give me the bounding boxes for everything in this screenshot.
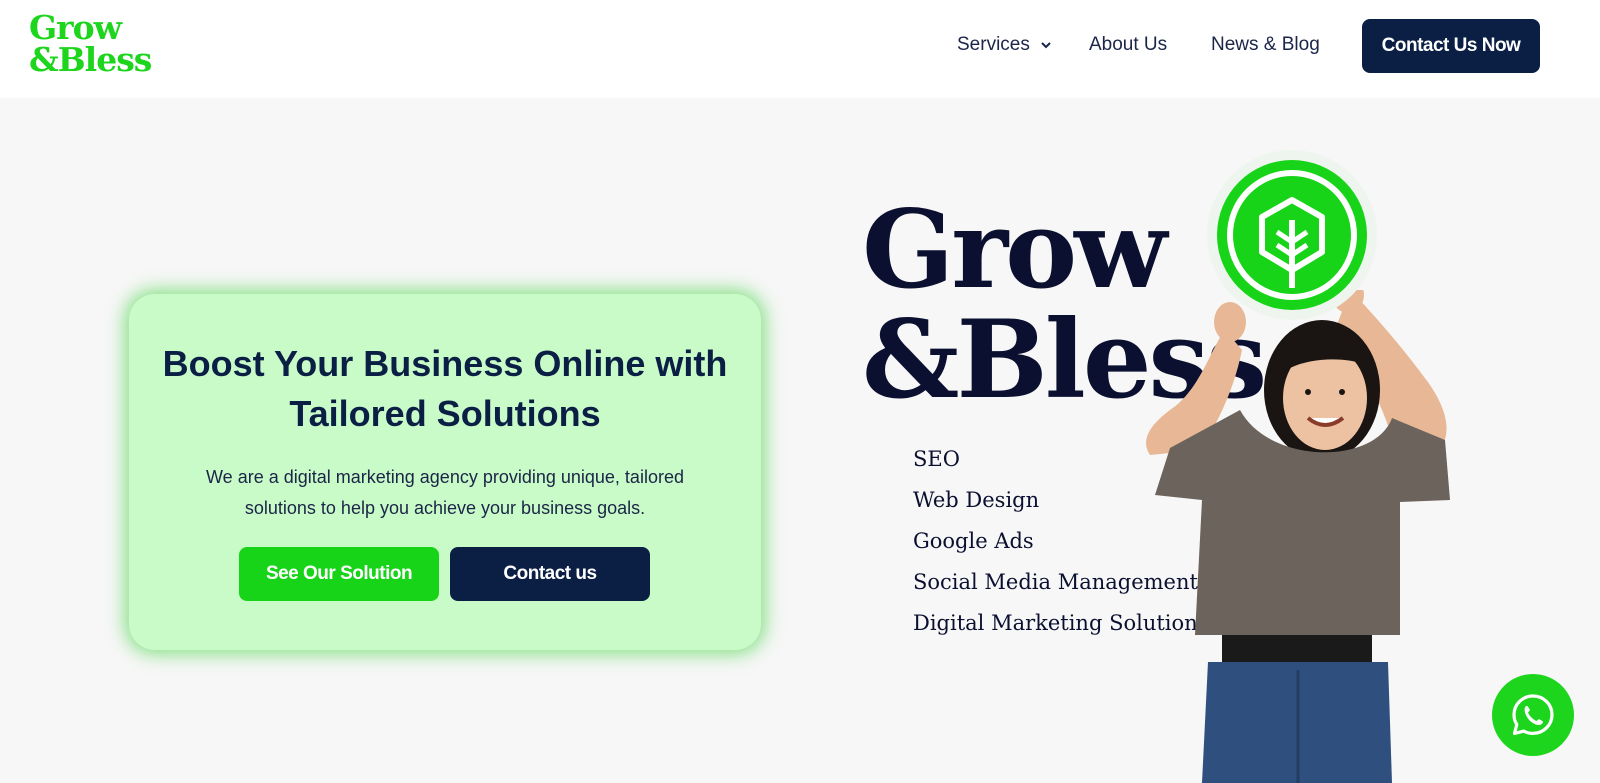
contact-us-now-button[interactable]: Contact Us Now [1362, 19, 1540, 73]
nav-news-blog[interactable]: News & Blog [1211, 34, 1320, 56]
contact-us-button[interactable]: Contact us [450, 547, 650, 601]
wordmark-line-1: Grow [862, 187, 1167, 313]
site-logo[interactable]: Grow &Bless [29, 11, 159, 82]
site-header: Grow &Bless Services About Us News & Blo… [0, 0, 1600, 98]
logo-line-2: &Bless [29, 40, 152, 79]
hero-title: Boost Your Business Online with Tailored… [162, 343, 728, 434]
see-our-solution-button[interactable]: See Our Solution [239, 547, 439, 601]
whatsapp-button[interactable] [1492, 674, 1574, 756]
hero-description: We are a digital marketing agency provid… [206, 467, 684, 518]
whatsapp-icon [1512, 694, 1554, 736]
chevron-down-icon [1041, 42, 1051, 49]
leaf-badge-icon [1227, 170, 1357, 300]
person-illustration [1146, 290, 1450, 783]
nav-services[interactable]: Services [957, 34, 1051, 56]
leaf-badge [1207, 150, 1377, 320]
hero-card: Boost Your Business Online with Tailored… [129, 294, 761, 650]
nav-about-us[interactable]: About Us [1089, 34, 1167, 56]
nav-services-label: Services [957, 34, 1030, 55]
